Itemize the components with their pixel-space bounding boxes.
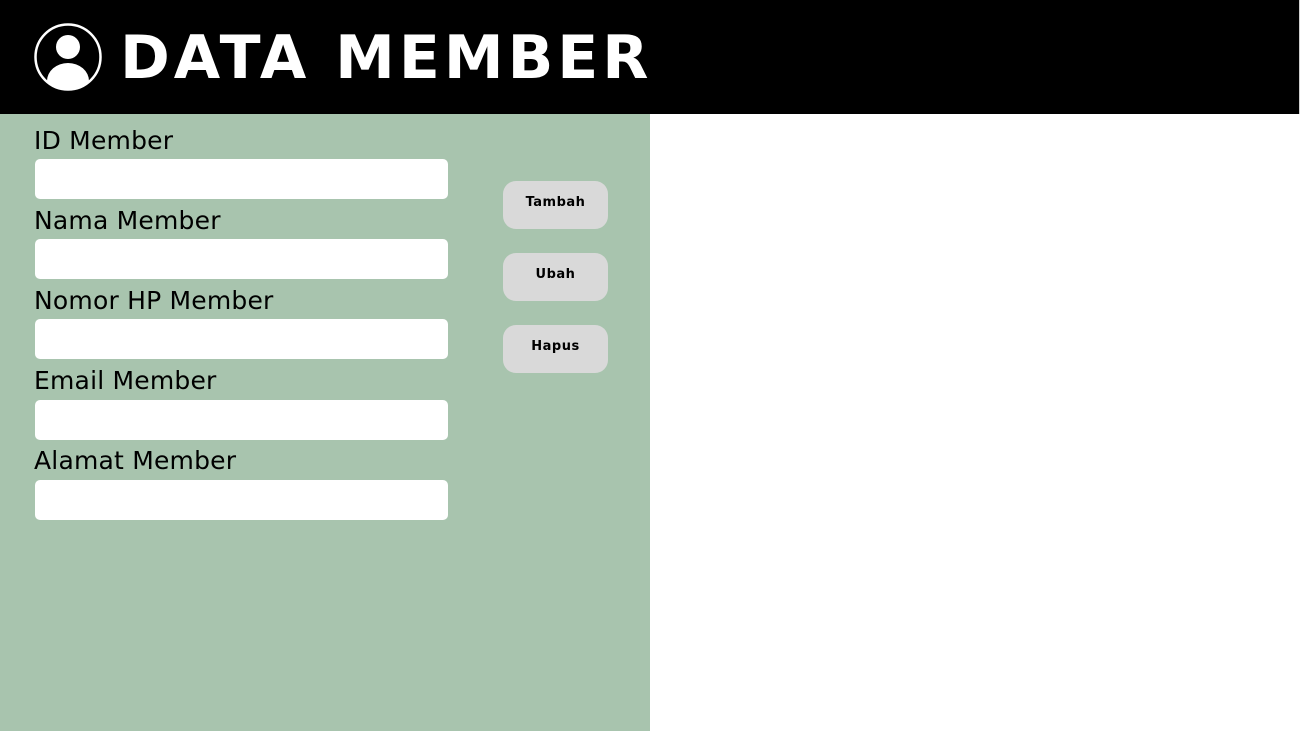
alamat-member-label: Alamat Member (34, 446, 237, 475)
nomor-hp-member-input[interactable] (35, 319, 448, 359)
nomor-hp-member-label: Nomor HP Member (34, 286, 274, 315)
alamat-member-input[interactable] (35, 480, 448, 520)
user-avatar-icon (34, 23, 102, 91)
email-member-input[interactable] (35, 400, 448, 440)
hapus-button[interactable]: Hapus (503, 325, 608, 373)
id-member-input[interactable] (35, 159, 448, 199)
nama-member-label: Nama Member (34, 206, 221, 235)
page-title: DATA MEMBER (120, 23, 653, 93)
tambah-button[interactable]: Tambah (503, 181, 608, 229)
id-member-label: ID Member (34, 126, 174, 155)
app-header: DATA MEMBER (0, 0, 1300, 114)
nama-member-input[interactable] (35, 239, 448, 279)
ubah-button[interactable]: Ubah (503, 253, 608, 301)
email-member-label: Email Member (34, 366, 217, 395)
member-form-panel: ID Member Nama Member Nomor HP Member Em… (0, 114, 650, 731)
